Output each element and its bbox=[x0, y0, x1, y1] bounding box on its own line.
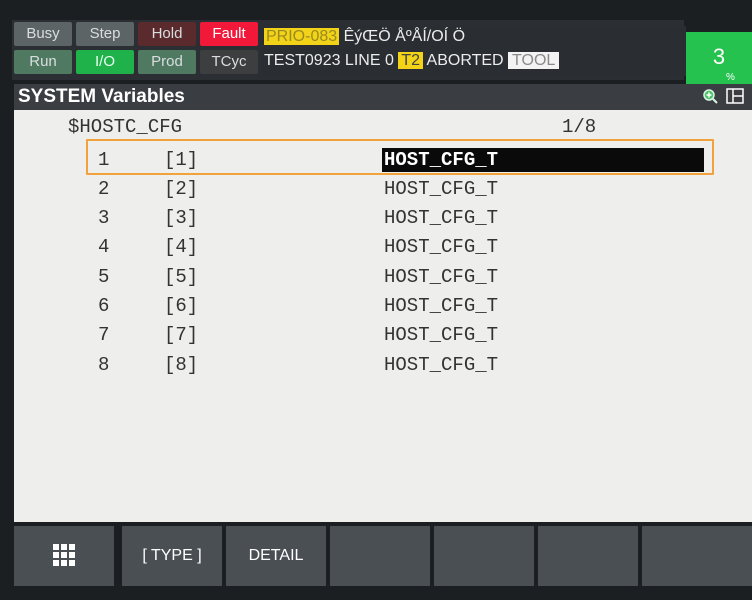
row-index: 6 bbox=[98, 295, 110, 317]
prio-badge: PRIO-083 bbox=[264, 28, 340, 45]
run-indicator: Run bbox=[14, 50, 72, 74]
prod-indicator: Prod bbox=[138, 50, 196, 74]
f6-button[interactable] bbox=[538, 526, 638, 586]
row-type-value[interactable]: HOST_CFG_T bbox=[382, 206, 704, 230]
grid-menu-icon bbox=[53, 544, 75, 566]
status-info-panel[interactable]: PRIO-083 ÊýŒÖ ÅºÅÍ/OÍ Ö TEST0923 LINE 0 … bbox=[262, 26, 686, 76]
step-button[interactable]: Step bbox=[76, 22, 134, 46]
variable-row[interactable]: 6 [6] HOST_CFG_T bbox=[14, 293, 752, 321]
f5-button[interactable] bbox=[434, 526, 534, 586]
execution-state: ABORTED bbox=[422, 52, 509, 69]
row-element: [2] bbox=[164, 178, 199, 200]
mode-badge: T2 bbox=[398, 52, 423, 69]
program-status-line: TEST0923 LINE 0 T2 ABORTED TOOL bbox=[264, 52, 560, 70]
variable-name: $HOSTC_CFG bbox=[68, 116, 183, 138]
row-index: 4 bbox=[98, 236, 110, 258]
row-index: 3 bbox=[98, 207, 110, 229]
page-title: SYSTEM Variables bbox=[18, 86, 185, 107]
variable-row[interactable]: 2 [2] HOST_CFG_T bbox=[14, 176, 752, 204]
zoom-in-icon[interactable] bbox=[702, 88, 718, 104]
busy-indicator: Busy bbox=[14, 22, 72, 46]
row-index: 2 bbox=[98, 178, 110, 200]
variable-row[interactable]: 3 [3] HOST_CFG_T bbox=[14, 205, 752, 233]
speed-override[interactable]: 3 % bbox=[686, 32, 752, 86]
detail-button[interactable]: DETAIL bbox=[226, 526, 326, 586]
row-element: [3] bbox=[164, 207, 199, 229]
variable-list-panel: $HOSTC_CFG 1/8 1 [1] HOST_CFG_T 2 [2] HO… bbox=[14, 110, 752, 522]
variable-row[interactable]: 7 [7] HOST_CFG_T bbox=[14, 322, 752, 350]
function-key-bar: [ TYPE ] DETAIL bbox=[14, 526, 752, 590]
row-type-value[interactable]: HOST_CFG_T bbox=[382, 294, 704, 318]
row-type-value[interactable]: HOST_CFG_T bbox=[382, 235, 704, 259]
override-value: 3 bbox=[712, 44, 726, 69]
fault-indicator: Fault bbox=[200, 22, 258, 46]
row-element: [5] bbox=[164, 266, 199, 288]
row-type-value[interactable]: HOST_CFG_T bbox=[382, 265, 704, 289]
program-line: TEST0923 LINE 0 bbox=[264, 52, 399, 69]
row-element: [6] bbox=[164, 295, 199, 317]
variable-row[interactable]: 8 [8] HOST_CFG_T bbox=[14, 352, 752, 380]
selection-highlight bbox=[86, 139, 714, 175]
override-unit: % bbox=[726, 72, 735, 83]
garbled-message: ÊýŒÖ ÅºÅÍ/OÍ Ö bbox=[339, 28, 466, 45]
row-element: [8] bbox=[164, 354, 199, 376]
hold-indicator: Hold bbox=[138, 22, 196, 46]
next-button[interactable] bbox=[642, 526, 752, 586]
row-index: 8 bbox=[98, 354, 110, 376]
tool-badge: TOOL bbox=[508, 52, 560, 69]
teach-pendant-screen: Busy Step Hold Fault Run I/O Prod TCyc P… bbox=[0, 0, 752, 600]
f4-button[interactable] bbox=[330, 526, 430, 586]
prio-line: PRIO-083 ÊýŒÖ ÅºÅÍ/OÍ Ö bbox=[264, 28, 465, 46]
row-index: 5 bbox=[98, 266, 110, 288]
window-layout-icon[interactable] bbox=[726, 88, 744, 104]
row-type-value[interactable]: HOST_CFG_T bbox=[382, 353, 704, 377]
row-element: [7] bbox=[164, 324, 199, 346]
tcyc-indicator: TCyc bbox=[200, 50, 258, 74]
status-header: Busy Step Hold Fault Run I/O Prod TCyc P… bbox=[12, 20, 686, 80]
type-button[interactable]: [ TYPE ] bbox=[122, 526, 222, 586]
row-index: 7 bbox=[98, 324, 110, 346]
row-type-value[interactable]: HOST_CFG_T bbox=[382, 177, 704, 201]
variable-row[interactable]: 4 [4] HOST_CFG_T bbox=[14, 234, 752, 262]
variable-row[interactable]: 5 [5] HOST_CFG_T bbox=[14, 264, 752, 292]
title-bar: SYSTEM Variables bbox=[14, 84, 752, 110]
menu-button[interactable] bbox=[14, 526, 114, 586]
page-indicator: 1/8 bbox=[562, 116, 597, 138]
io-indicator[interactable]: I/O bbox=[76, 50, 134, 74]
row-type-value[interactable]: HOST_CFG_T bbox=[382, 323, 704, 347]
row-element: [4] bbox=[164, 236, 199, 258]
